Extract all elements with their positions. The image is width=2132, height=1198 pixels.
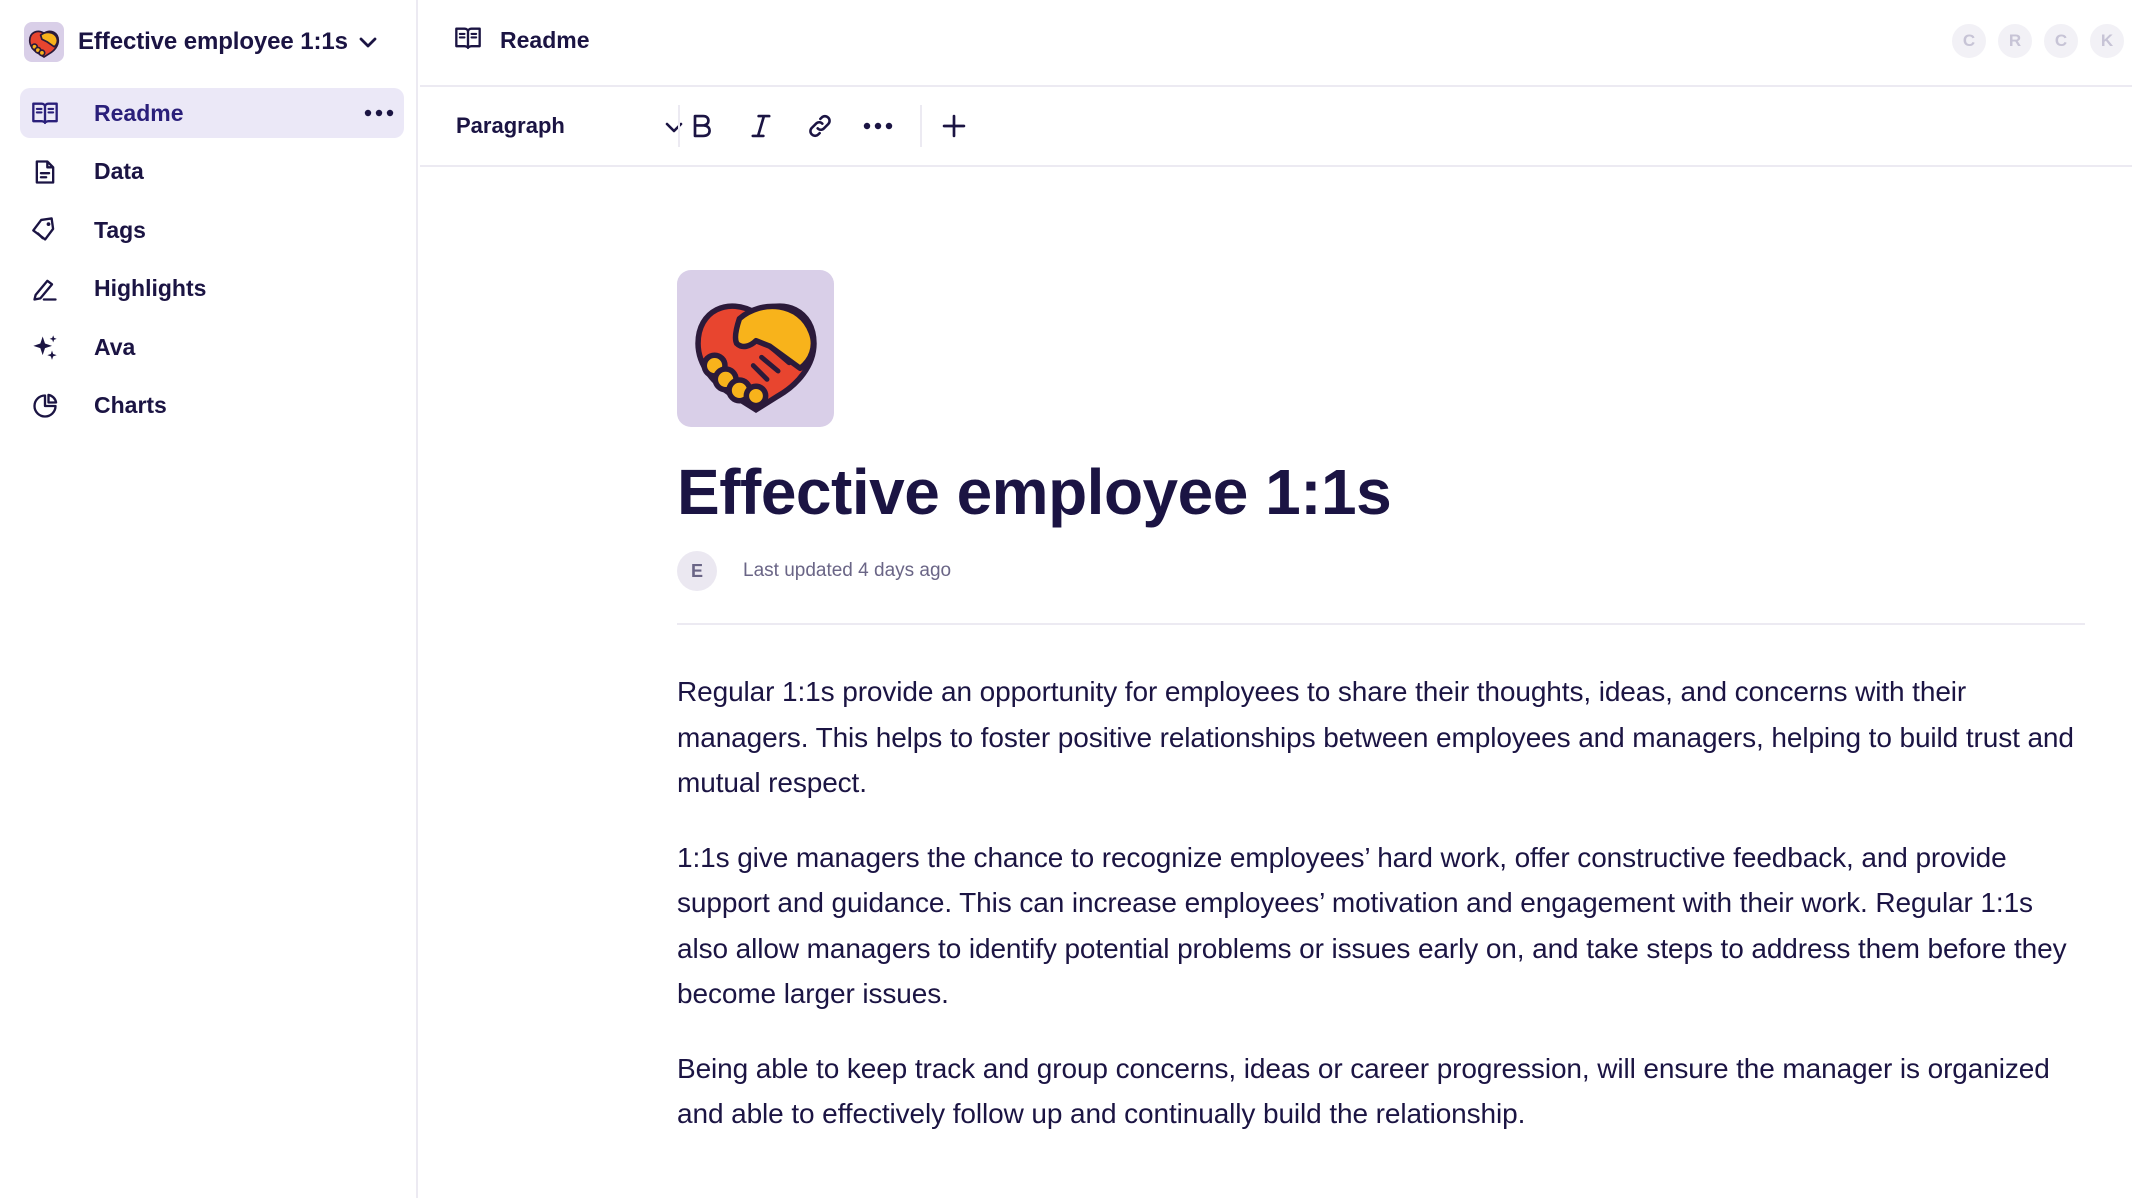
sidebar-item-charts[interactable]: Charts: [20, 381, 404, 431]
italic-icon: [751, 114, 771, 138]
block-type-select[interactable]: Paragraph: [456, 105, 686, 147]
tags-icon: [30, 215, 60, 245]
paragraph[interactable]: Regular 1:1s provide an opportunity for …: [677, 669, 2085, 806]
document-body[interactable]: Regular 1:1s provide an opportunity for …: [677, 669, 2085, 1137]
workspace-name: Effective employee 1:1s: [78, 28, 348, 55]
document-meta: E Last updated 4 days ago: [677, 551, 2085, 591]
page-breadcrumb: Readme: [454, 24, 589, 57]
handshake-icon: [24, 22, 64, 62]
paragraph[interactable]: Being able to keep track and group conce…: [677, 1046, 2085, 1137]
sidebar-item-highlights[interactable]: Highlights: [20, 264, 404, 314]
sidebar-item-label: Ava: [94, 333, 136, 360]
sidebar-item-label: Tags: [94, 216, 146, 243]
sidebar-nav: Readme Data Tags Highlights Ava Charts: [20, 88, 404, 439]
insert-block-button[interactable]: [934, 106, 974, 146]
divider: [677, 623, 2085, 625]
avatar[interactable]: C: [1950, 22, 1988, 60]
link-button[interactable]: [800, 106, 840, 146]
book-open-icon: [454, 24, 482, 57]
sidebar-item-label: Charts: [94, 392, 167, 418]
more-formatting-button[interactable]: [858, 106, 898, 146]
document-icon: [30, 157, 60, 187]
editor-toolbar: Paragraph: [420, 89, 2132, 167]
workspace-switcher[interactable]: Effective employee 1:1s: [24, 22, 394, 62]
sidebar-item-ava[interactable]: Ava: [20, 322, 404, 372]
document: Effective employee 1:1s E Last updated 4…: [677, 270, 2085, 1166]
app-window: Effective employee 1:1s Readme Data Tags…: [0, 0, 2132, 1198]
sidebar-item-readme[interactable]: Readme: [20, 88, 404, 138]
collaborator-avatars: C R C K: [1942, 22, 2126, 60]
chevron-down-icon: [359, 37, 377, 48]
sidebar-item-label: Readme: [94, 99, 184, 126]
sidebar-item-label: Data: [94, 158, 144, 184]
block-type-label: Paragraph: [456, 113, 565, 138]
avatar[interactable]: E: [677, 551, 717, 591]
sidebar-item-tags[interactable]: Tags: [20, 205, 404, 255]
sparkles-icon: [30, 332, 60, 362]
top-bar: Readme C R C K: [420, 0, 2132, 87]
more-options-icon[interactable]: [364, 98, 394, 128]
last-updated-text: Last updated 4 days ago: [743, 560, 952, 581]
avatar[interactable]: K: [2088, 22, 2126, 60]
book-open-icon: [30, 98, 60, 128]
toolbar-divider: [678, 105, 680, 147]
bold-icon: [693, 114, 711, 138]
bold-button[interactable]: [682, 106, 722, 146]
document-title[interactable]: Effective employee 1:1s: [677, 453, 2085, 531]
more-icon: [863, 122, 893, 130]
handshake-icon[interactable]: [677, 270, 834, 427]
highlighter-pen-icon: [30, 274, 60, 304]
link-icon: [809, 114, 831, 138]
sidebar: Effective employee 1:1s Readme Data Tags…: [0, 0, 418, 1198]
italic-button[interactable]: [741, 106, 781, 146]
toolbar-divider: [920, 105, 922, 147]
paragraph[interactable]: 1:1s give managers the chance to recogni…: [677, 835, 2085, 1017]
page-title: Readme: [500, 27, 590, 53]
sidebar-item-data[interactable]: Data: [20, 147, 404, 197]
sidebar-item-label: Highlights: [94, 275, 207, 301]
avatar[interactable]: C: [2042, 22, 2080, 60]
plus-icon: [942, 114, 966, 138]
pie-chart-icon: [30, 391, 60, 421]
avatar[interactable]: R: [1996, 22, 2034, 60]
